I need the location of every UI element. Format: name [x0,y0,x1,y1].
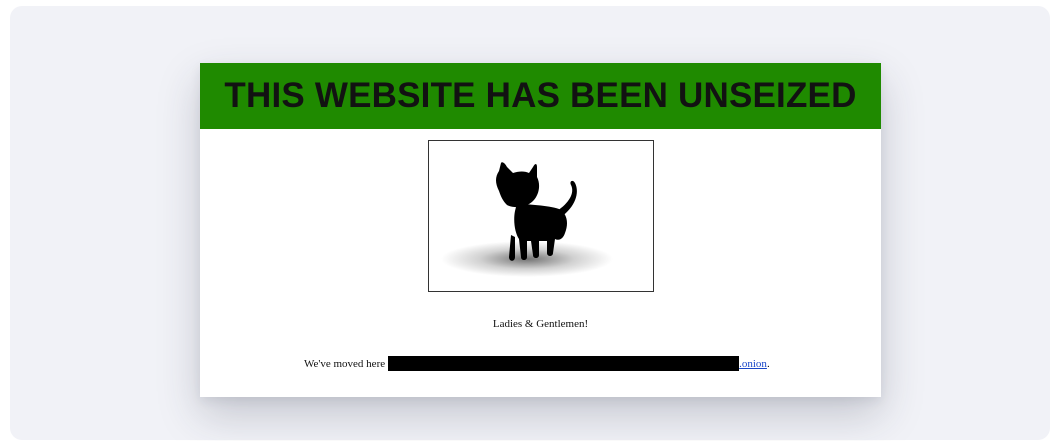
moved-prefix: We've moved here [304,357,386,370]
banner: THIS WEBSITE HAS BEEN UNSEIZED [200,63,881,129]
trailing-period: . [766,357,770,370]
outer-panel: THIS WEBSITE HAS BEEN UNSEIZED Ladies & … [10,6,1050,440]
black-cat-silhouette-icon [441,162,613,277]
seizure-notice-page: THIS WEBSITE HAS BEEN UNSEIZED Ladies & … [200,63,881,397]
cat-image [428,140,654,292]
onion-link[interactable]: .onion [739,358,767,370]
moved-notice: We've moved here .onion . [304,356,770,371]
greeting-text: Ladies & Gentlemen! [492,318,589,330]
redacted-address [388,356,740,371]
banner-title: THIS WEBSITE HAS BEEN UNSEIZED [224,76,857,115]
